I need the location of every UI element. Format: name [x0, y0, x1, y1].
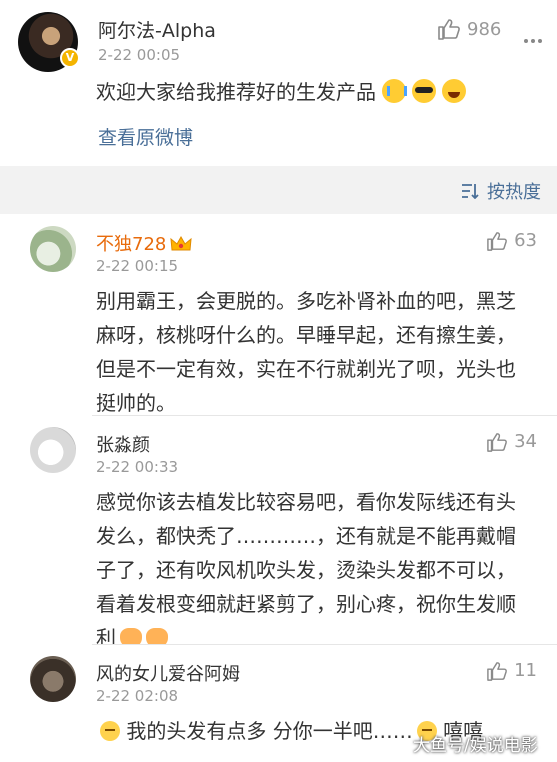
post-like-count: 986	[467, 18, 502, 40]
original-post: V 阿尔法-Alpha 2-22 00:05 986 欢迎大家给我推荐好的生发产…	[0, 0, 557, 166]
post-author-name[interactable]: 阿尔法-Alpha	[98, 16, 216, 43]
comment-time: 2-22 00:15	[96, 257, 179, 275]
comment-text: 我的头发有点多 分你一半吧……	[126, 719, 413, 743]
post-text: 欢迎大家给我推荐好的生发产品	[96, 80, 376, 104]
post-time: 2-22 00:05	[98, 46, 181, 64]
post-body: 欢迎大家给我推荐好的生发产品	[96, 76, 466, 105]
sort-by-hot-button[interactable]: 按热度	[461, 178, 541, 204]
comment-like-count: 11	[514, 660, 537, 681]
comment-like-button[interactable]: 34	[486, 431, 537, 452]
thumbs-up-icon	[487, 231, 508, 251]
verified-badge-icon: V	[60, 48, 80, 68]
comment-like-count: 63	[514, 230, 537, 251]
comment-item: 不独728 2-22 00:15 63 别用霸王，会更脱的。多吃补肾补血的吧，黑…	[0, 214, 557, 415]
sort-icon	[462, 184, 479, 199]
comment-avatar[interactable]	[30, 226, 76, 272]
sort-label: 按热度	[487, 182, 541, 203]
blush-emoji-icon	[100, 721, 120, 741]
comment-item: 张淼颜 2-22 00:33 34 感觉你该去植发比较容易吧，看你发际线还有头发…	[0, 415, 557, 650]
comment-time: 2-22 00:33	[96, 458, 179, 476]
comment-text: 感觉你该去植发比较容易吧，看你发际线还有头发么，都快秃了…………，还有就是不能再…	[96, 490, 516, 650]
crying-emoji-icon	[382, 79, 407, 103]
comment-time: 2-22 02:08	[96, 687, 179, 705]
crown-icon	[170, 236, 192, 251]
comment-avatar[interactable]	[30, 427, 76, 473]
commenter-name[interactable]: 张淼颜	[96, 431, 150, 457]
laughing-emoji-icon	[442, 79, 466, 103]
comment-divider	[92, 415, 557, 416]
sunglasses-emoji-icon	[412, 79, 436, 103]
thumbs-up-icon	[438, 19, 460, 40]
post-like-button[interactable]: 986	[437, 18, 501, 40]
comment-sort-bar: 按热度	[0, 166, 557, 214]
thumbs-up-icon	[487, 432, 508, 452]
more-icon[interactable]	[524, 28, 545, 47]
commenter-name[interactable]: 风的女儿爱谷阿姆	[96, 660, 240, 686]
comment-text: 别用霸王，会更脱的。多吃补肾补血的吧，黑芝麻呀，核桃呀什么的。早睡早起，还有擦生…	[96, 289, 516, 415]
view-original-link[interactable]: 查看原微博	[98, 123, 193, 150]
comment-like-count: 34	[514, 431, 537, 452]
comment-like-button[interactable]: 63	[486, 230, 537, 251]
commenter-name[interactable]: 不独728	[96, 230, 192, 256]
watermark: 大鱼号/娱说电影	[413, 736, 538, 756]
comment-like-button[interactable]: 11	[486, 660, 537, 681]
thumbs-up-icon	[487, 661, 508, 681]
comment-divider	[92, 644, 557, 645]
comment-text-block: 感觉你该去植发比较容易吧，看你发际线还有头发么，都快秃了…………，还有就是不能再…	[96, 485, 526, 655]
comment-avatar[interactable]	[30, 656, 76, 702]
